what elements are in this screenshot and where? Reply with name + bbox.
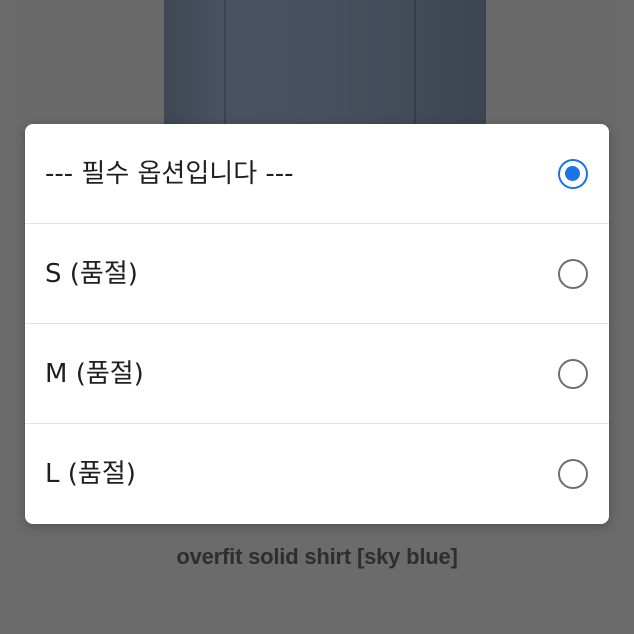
option-size-m[interactable]: M (품절) [25, 324, 609, 424]
option-label: L (품절) [45, 459, 136, 489]
shirt-fold-line [414, 0, 416, 130]
option-select-dialog: --- 필수 옵션입니다 --- S (품절) M (품절) L (품절) [25, 124, 609, 524]
shirt-fold-line [224, 0, 226, 130]
shirt-photo [164, 0, 486, 130]
radio-unselected-icon[interactable] [558, 459, 588, 489]
option-size-l[interactable]: L (품절) [25, 424, 609, 524]
option-label: M (품절) [45, 359, 144, 389]
radio-unselected-icon[interactable] [558, 359, 588, 389]
option-label: --- 필수 옵션입니다 --- [45, 159, 294, 189]
product-name: overfit solid shirt [sky blue] [176, 544, 458, 569]
radio-unselected-icon[interactable] [558, 259, 588, 289]
radio-selected-icon[interactable] [558, 159, 588, 189]
option-label: S (품절) [45, 259, 138, 289]
option-size-s[interactable]: S (품절) [25, 224, 609, 324]
option-required[interactable]: --- 필수 옵션입니다 --- [25, 124, 609, 224]
